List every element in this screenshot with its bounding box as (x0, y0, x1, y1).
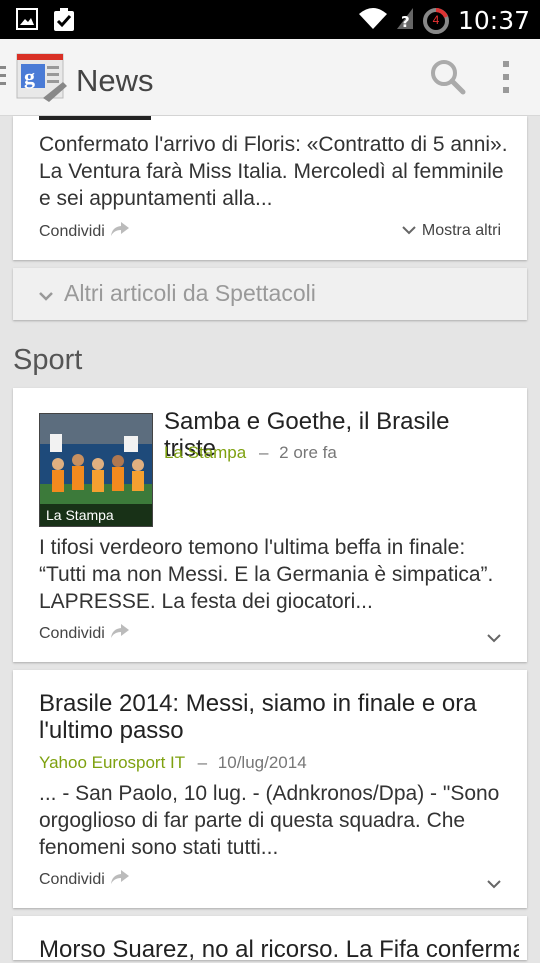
share-button[interactable]: Condividi (39, 870, 129, 889)
status-bar: ? 4 10:37 (0, 0, 540, 39)
battery-icon: 4 (422, 7, 450, 35)
more-articles-label: Altri articoli da Spettacoli (64, 280, 316, 306)
article-meta: Yahoo Eurosport IT – 10/lug/2014 (39, 753, 307, 773)
article-time: 2 ore fa (279, 443, 337, 462)
chevron-down-icon (402, 222, 416, 240)
share-icon (110, 222, 129, 241)
clipboard-check-icon (52, 8, 76, 37)
article-headline[interactable]: Brasile 2014: Messi, siamo in finale e o… (39, 690, 509, 744)
news-card-top[interactable]: Confermato l'arrivo di Floris: «Contratt… (13, 116, 527, 260)
share-icon (110, 870, 129, 889)
article-snippet: ... - San Paolo, 10 lug. - (Adnkronos/Dp… (39, 782, 500, 859)
expand-chevron-icon[interactable] (487, 876, 501, 890)
battery-level: 4 (432, 12, 440, 27)
nav-drawer-icon[interactable] (0, 66, 6, 90)
signal-unknown-icon: ? (396, 6, 414, 35)
chevron-down-icon (39, 288, 53, 306)
show-more-button[interactable]: Mostra altri (402, 222, 501, 240)
svg-text:?: ? (401, 13, 410, 30)
meta-separator: – (258, 443, 269, 462)
article-thumbnail[interactable]: La Stampa (39, 413, 153, 527)
more-articles-button[interactable]: Altri articoli da Spettacoli (13, 268, 527, 320)
article-time: 10/lug/2014 (217, 753, 307, 772)
meta-separator: – (197, 753, 208, 772)
article-snippet: Confermato l'arrivo di Floris: «Contratt… (39, 133, 508, 210)
image-icon (16, 8, 38, 37)
article-source[interactable]: Yahoo Eurosport IT (39, 753, 185, 772)
share-label: Condividi (39, 870, 105, 888)
news-card[interactable]: Brasile 2014: Messi, siamo in finale e o… (13, 670, 527, 908)
section-title: Sport (13, 344, 83, 376)
article-source[interactable]: La Stampa (164, 443, 246, 462)
wifi-icon (358, 6, 388, 35)
news-card[interactable]: Morso Suarez, no al ricorso. La Fifa con… (13, 916, 527, 963)
thumbnail-caption: La Stampa (40, 504, 152, 526)
app-bar: g News (0, 39, 540, 116)
search-icon[interactable] (428, 57, 468, 97)
expand-chevron-icon[interactable] (487, 630, 501, 644)
article-snippet: I tifosi verdeoro temono l'ultima beffa … (39, 536, 494, 613)
thumbnail-partial (39, 116, 151, 120)
news-card[interactable]: La Stampa Samba e Goethe, il Brasile tri… (13, 388, 527, 662)
clock: 10:37 (457, 6, 530, 35)
share-icon (110, 624, 129, 643)
news-logo-icon[interactable]: g (13, 52, 69, 104)
article-meta: La Stampa – 2 ore fa (164, 443, 337, 463)
article-headline[interactable]: Morso Suarez, no al ricorso. La Fifa con… (39, 936, 519, 963)
share-button[interactable]: Condividi (39, 624, 129, 643)
app-title: News (76, 63, 154, 98)
share-button[interactable]: Condividi (39, 222, 129, 241)
show-more-label: Mostra altri (421, 222, 501, 239)
overflow-menu-icon[interactable] (494, 57, 518, 97)
share-label: Condividi (39, 222, 105, 240)
svg-text:g: g (24, 64, 35, 89)
share-label: Condividi (39, 624, 105, 642)
